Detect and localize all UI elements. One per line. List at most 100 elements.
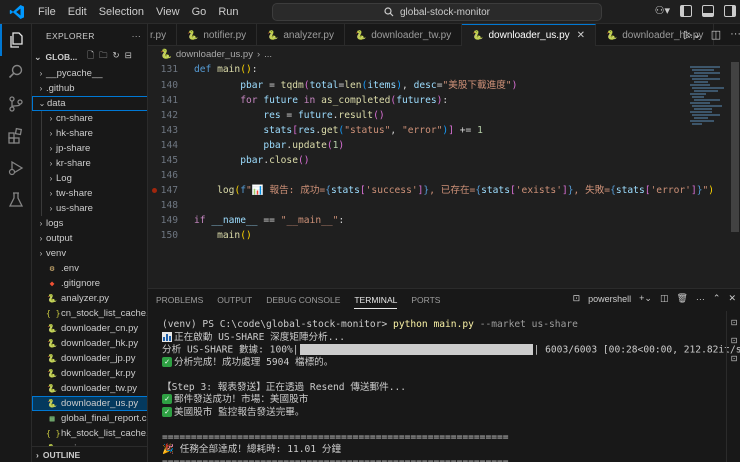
run-python-icon[interactable]: ▷⌄ (684, 28, 702, 41)
terminal-icon: ⊡ (572, 293, 581, 303)
code-editor[interactable]: 131 def main(): 140 pbar = tqdm(total=len… (148, 62, 740, 288)
tree-file[interactable]: { }hk_stock_list_cache.json (32, 426, 147, 441)
explorer-icon[interactable] (0, 24, 32, 56)
menu-file[interactable]: File (32, 0, 62, 24)
breakpoint-marker[interactable] (152, 188, 157, 193)
refresh-icon[interactable]: ↻ (113, 50, 120, 64)
shell-name[interactable]: powershell (588, 294, 631, 304)
more-actions-icon[interactable]: ··· (696, 294, 705, 304)
terminal-instance-icon[interactable]: ⊡ (727, 351, 740, 365)
tree-item-label: logs (46, 218, 64, 229)
terminal-instance-icon[interactable]: ⊡ (727, 333, 740, 347)
tree-file[interactable]: 🐍 downloader_jp.py (32, 351, 147, 366)
tree-folder[interactable]: ⌄ data (32, 96, 147, 111)
tree-folder[interactable]: › kr-share (32, 156, 147, 171)
menu-run[interactable]: Run (212, 0, 244, 24)
tree-folder[interactable]: › output (32, 231, 147, 246)
breadcrumb: 🐍 downloader_us.py › ... (148, 46, 740, 62)
trash-icon[interactable]: 🗑 (676, 293, 687, 304)
breadcrumb-file[interactable]: downloader_us.py (176, 49, 253, 60)
json-file-icon: { } (46, 429, 61, 438)
activity-bar (0, 24, 32, 462)
tree-file[interactable]: 🐍 downloader_hk.py (32, 336, 147, 351)
editor-tab[interactable]: 🐍 downloader_us.py ✕ (462, 24, 597, 46)
run-debug-icon[interactable] (0, 152, 32, 184)
terminal-output[interactable]: (venv) PS C:\code\global-stock-monitor> … (162, 319, 740, 462)
panel-tab-terminal[interactable]: TERMINAL (354, 295, 398, 309)
minimap[interactable] (690, 62, 728, 288)
panel-tab-ports[interactable]: PORTS (411, 295, 440, 305)
tree-item-label: Log (56, 173, 72, 184)
tree-folder[interactable]: › logs (32, 216, 147, 231)
source-control-icon[interactable] (0, 88, 32, 120)
command-center-search[interactable]: global-stock-monitor (272, 3, 602, 21)
tree-file[interactable]: 🐍 downloader_cn.py (32, 321, 147, 336)
chevron-down-icon: ⌄ (38, 99, 46, 108)
menu-selection[interactable]: Selection (93, 0, 150, 24)
search-icon[interactable] (0, 56, 32, 88)
testing-flask-icon[interactable] (0, 184, 32, 216)
tab-label: r.py (150, 29, 167, 41)
more-actions-icon[interactable]: ··· (730, 28, 740, 41)
menu-view[interactable]: View (150, 0, 186, 24)
chevron-right-icon: › (49, 159, 53, 168)
split-editor-icon[interactable]: ◫ (711, 28, 721, 41)
panel-tab-output[interactable]: OUTPUT (217, 295, 252, 305)
panel-tab-debug-console[interactable]: DEBUG CONSOLE (266, 295, 340, 305)
editor-scrollbar[interactable] (730, 62, 740, 288)
editor-tab[interactable]: r.py (148, 24, 178, 46)
new-file-icon[interactable]: 🗋 (87, 50, 94, 64)
tree-folder[interactable]: › tw-share (32, 186, 147, 201)
tree-file[interactable]: ⚙ .env (32, 261, 147, 276)
tree-file[interactable]: 🐍 downloader_us.py (32, 396, 147, 411)
tree-folder[interactable]: › hk-share (32, 126, 147, 141)
split-terminal-icon[interactable]: ◫ (660, 293, 669, 304)
tree-file[interactable]: ◆ .gitignore (32, 276, 147, 291)
minimap-line (690, 111, 712, 113)
workspace-root[interactable]: ⌄ GLOB... 🗋 🗀 ↻ ⊟ (32, 48, 147, 66)
menu-go[interactable]: Go (186, 0, 213, 24)
tree-folder[interactable]: › venv (32, 246, 147, 261)
tree-file[interactable]: 🐍 analyzer.py (32, 291, 147, 306)
tree-file[interactable]: 🐍 downloader_kr.py (32, 366, 147, 381)
tree-folder[interactable]: › __pycache__ (32, 66, 147, 81)
tree-folder[interactable]: › cn-share (32, 111, 147, 126)
py-file-icon: 🐍 (47, 324, 57, 333)
chevron-right-icon: › (49, 204, 53, 213)
new-terminal-icon[interactable]: +⌄ (639, 293, 652, 304)
close-tab-icon[interactable]: ✕ (577, 30, 585, 41)
tree-file[interactable]: 🐍 downloader_tw.py (32, 381, 147, 396)
tree-folder[interactable]: › us-share (32, 201, 147, 216)
tree-item-label: data (47, 98, 66, 109)
tree-folder[interactable]: › Log (32, 171, 147, 186)
close-panel-icon[interactable]: ✕ (728, 293, 736, 304)
editor-tab[interactable]: 🐍 analyzer.py (257, 24, 345, 46)
editor-tab[interactable]: 🐍 notifier.py (177, 24, 258, 46)
toggle-panel-icon[interactable] (702, 4, 714, 17)
toggle-sidebar-icon[interactable] (680, 4, 692, 17)
minimap-line (692, 105, 722, 107)
minimap-line (692, 78, 720, 80)
extensions-icon[interactable] (0, 120, 32, 152)
outline-section[interactable]: › OUTLINE (32, 446, 147, 462)
collapse-all-icon[interactable]: ⊟ (125, 50, 132, 64)
tree-item-label: us-share (56, 203, 93, 214)
editor-tab[interactable]: 🐍 downloader_tw.py (345, 24, 463, 46)
panel-tab-problems[interactable]: PROBLEMS (156, 295, 203, 305)
toggle-secondary-sidebar-icon[interactable] (724, 4, 736, 17)
breadcrumb-more[interactable]: ... (264, 49, 272, 60)
tree-folder[interactable]: › .github (32, 81, 147, 96)
copilot-icon[interactable]: ⚇▾ (655, 4, 670, 17)
tree-file[interactable]: ▦ global_final_report.csv (32, 411, 147, 426)
maximize-panel-icon[interactable]: ⌃ (713, 293, 721, 304)
minimap-line (694, 117, 708, 119)
tree-file[interactable]: { }cn_stock_list_cache.json (32, 306, 147, 321)
more-actions-icon[interactable]: ··· (132, 24, 141, 48)
tree-item-label: .gitignore (61, 278, 101, 289)
menu-edit[interactable]: Edit (62, 0, 93, 24)
title-bar: File Edit Selection View Go Run ← → glob… (0, 0, 740, 24)
terminal-instance-icon[interactable]: ⊡ (727, 315, 740, 329)
new-folder-icon[interactable]: 🗀 (99, 50, 108, 64)
tree-item-label: downloader_kr.py (61, 368, 136, 379)
tree-folder[interactable]: › jp-share (32, 141, 147, 156)
